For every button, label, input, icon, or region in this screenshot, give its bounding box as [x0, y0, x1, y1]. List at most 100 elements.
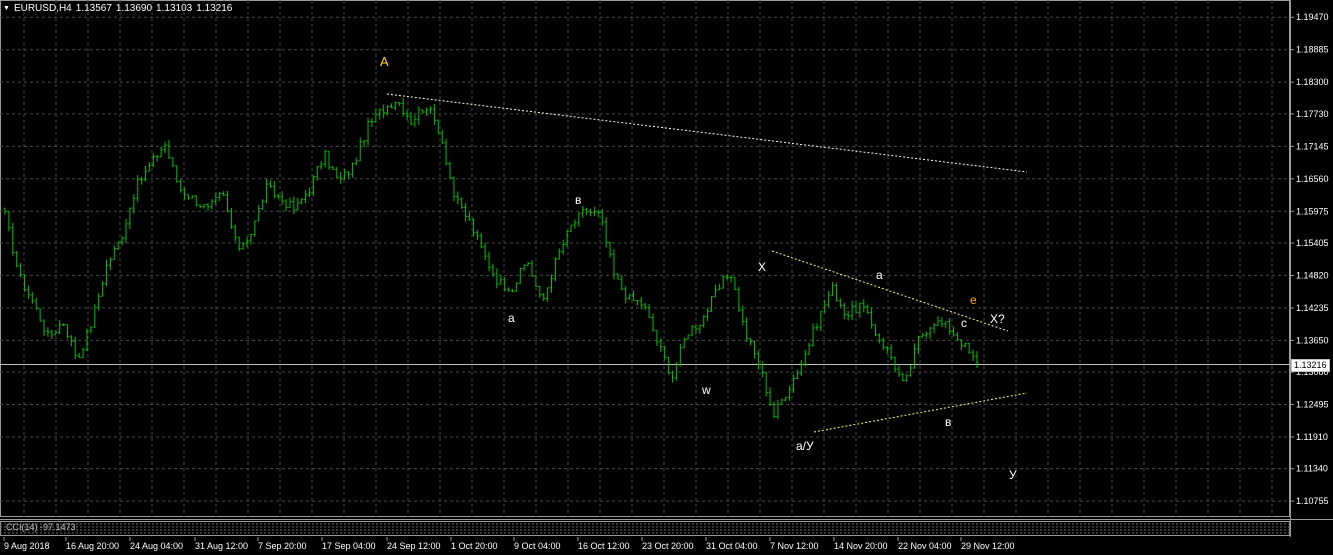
candle: [518, 267, 522, 284]
candle: [768, 387, 772, 407]
dropdown-triangle-icon[interactable]: ▼: [3, 3, 10, 15]
price-chart[interactable]: 1.19470 1.18885 1.18300 1.17730 1.17145 1.165…: [0, 0, 1333, 555]
candle: [23, 274, 27, 292]
candle: [694, 323, 698, 335]
symbol-close: 1.13216: [196, 3, 233, 14]
trendline-upper[interactable]: [386, 93, 1028, 173]
candle: [366, 117, 370, 146]
candle: [639, 296, 643, 310]
candle: [58, 320, 62, 335]
candle: [421, 109, 425, 114]
candle: [807, 342, 811, 355]
candle: [428, 106, 432, 114]
candle: [952, 326, 956, 337]
candle: [635, 299, 639, 306]
time-axis-label: 1 Oct 20:00: [451, 541, 498, 551]
candle: [717, 283, 721, 291]
candle: [713, 284, 717, 298]
candle: [495, 268, 499, 289]
candle: [15, 251, 19, 268]
symbol-name: EURUSD,H4: [13, 3, 72, 14]
candle: [362, 140, 366, 148]
candle: [257, 204, 261, 222]
price-axis-label: 1.11340: [1296, 464, 1328, 474]
candle: [772, 401, 776, 419]
candle: [432, 103, 436, 125]
candle: [530, 259, 534, 277]
candle: [475, 229, 479, 241]
candle: [573, 219, 577, 229]
candle: [628, 294, 632, 300]
candle: [389, 103, 393, 109]
wave-label: X: [758, 260, 766, 274]
price-axis-label: 1.13650: [1296, 335, 1329, 345]
candle: [413, 114, 417, 128]
candle: [233, 224, 237, 242]
wave-label: У: [1009, 468, 1017, 482]
candle: [913, 343, 917, 369]
candle: [967, 342, 971, 354]
candle: [339, 171, 343, 184]
candle: [120, 236, 124, 246]
candle: [651, 313, 655, 332]
wave-label: a: [876, 268, 883, 282]
candle: [565, 230, 569, 247]
candle: [393, 101, 397, 111]
wave-label: в: [945, 415, 951, 429]
candle: [975, 351, 979, 369]
candle: [116, 241, 120, 250]
candle: [323, 149, 327, 168]
candle: [93, 304, 97, 329]
candle: [69, 335, 73, 347]
price-axis-label: 1.16560: [1296, 174, 1329, 184]
candle: [827, 290, 831, 308]
candle: [38, 307, 42, 322]
candle: [54, 330, 58, 336]
candle: [897, 365, 901, 377]
candle: [514, 282, 518, 292]
candle: [647, 303, 651, 318]
candle: [468, 212, 472, 221]
candle: [81, 347, 85, 359]
candle: [874, 324, 878, 337]
wave-label: a/У: [796, 439, 814, 453]
candle: [194, 195, 198, 207]
candle: [370, 118, 374, 128]
candle: [108, 257, 112, 271]
candle: [288, 197, 292, 209]
chart-window[interactable]: 1.19470 1.18885 1.18300 1.17730 1.17145 1.165…: [0, 0, 1333, 555]
candle: [226, 191, 230, 213]
time-axis-label: 24 Sep 12:00: [387, 541, 441, 551]
candle: [936, 316, 940, 326]
price-axis-label: 1.17145: [1296, 141, 1329, 151]
symbol-low: 1.13103: [156, 3, 193, 14]
candle: [819, 310, 823, 332]
candle: [920, 332, 924, 338]
candle: [374, 109, 378, 123]
candle: [569, 224, 573, 232]
candle: [776, 399, 780, 420]
candle: [655, 330, 659, 347]
candle: [846, 310, 850, 321]
price-axis-label: 1.14820: [1296, 270, 1329, 280]
candle: [928, 326, 932, 340]
symbol-header[interactable]: ▼ EURUSD,H4 1.13567 1.13690 1.13103 1.13…: [3, 3, 232, 15]
candle: [218, 191, 222, 202]
candle: [436, 119, 440, 134]
triangle-line-top[interactable]: [771, 250, 1009, 332]
candle: [870, 307, 874, 329]
candle: [249, 233, 253, 245]
candle: [834, 283, 838, 302]
candle: [479, 232, 483, 249]
candle: [854, 301, 858, 314]
candle: [198, 204, 202, 209]
candle: [963, 342, 967, 348]
candle: [331, 165, 335, 171]
current-price-tag: 1.13216: [1291, 358, 1330, 372]
candle: [916, 335, 920, 354]
wave-label: в: [575, 193, 581, 207]
candle: [46, 327, 50, 337]
candle: [721, 274, 725, 289]
candle: [163, 141, 167, 154]
candle: [460, 197, 464, 209]
